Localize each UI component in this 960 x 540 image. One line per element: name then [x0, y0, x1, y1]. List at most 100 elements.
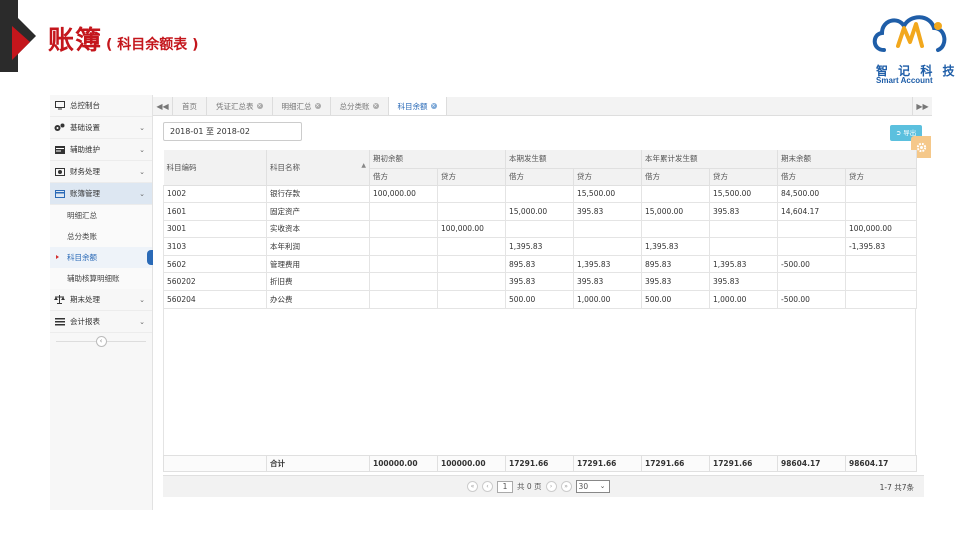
tab-voucher-summary[interactable]: 凭证汇总表 × [207, 97, 273, 115]
close-icon[interactable]: × [314, 103, 321, 109]
date-range-input[interactable]: 2018-01 至 2018-02 [163, 122, 302, 141]
table-cell: 15,500.00 [573, 185, 642, 204]
table-row[interactable]: 560202 折旧费 395.83 395.83 395.83 395.83 [163, 272, 917, 292]
monitor-icon [54, 101, 65, 110]
logo-english-text: Smart Account [876, 76, 933, 85]
chevron-down-icon: ⌄ [139, 146, 145, 154]
tab-general-ledger[interactable]: 总分类账 × [331, 97, 389, 115]
table-cell [845, 255, 917, 274]
table-row[interactable]: 5602 管理费用 895.83 1,395.83 895.83 1,395.83 -500… [163, 255, 917, 274]
chevron-down-icon: ⌄ [139, 190, 145, 198]
tab-scroll-left-button[interactable]: ◀◀ [153, 97, 173, 115]
last-page-button[interactable]: » [560, 481, 572, 492]
close-icon[interactable]: × [430, 103, 437, 109]
table-cell: 1,000.00 [709, 290, 778, 309]
table-row[interactable]: 3001 实收资本 100,000.00 100,000.00 [163, 220, 917, 239]
double-chevron-right-icon: ▶▶ [916, 101, 929, 111]
pagination-bar: « ‹ 1 共 0 页 › » 30 ⌄ 1-7 共7条 [163, 475, 924, 497]
header-ytd-amount: 本年累计发生额 [641, 150, 778, 169]
table-cell [709, 220, 778, 239]
card-icon [54, 189, 65, 198]
sidebar-subitem-general-ledger[interactable]: 总分类账 [50, 226, 152, 247]
table-cell: 15,500.00 [709, 185, 778, 204]
table-row[interactable]: 3103 本年利润 1,395.83 1,395.83 -1,395.83 [163, 237, 917, 256]
total-cell: 17291.66 [573, 454, 642, 472]
record-count-label: 1-7 共7条 [879, 483, 914, 492]
tab-scroll-right-button[interactable]: ▶▶ [912, 97, 932, 115]
sidebar-subitem-account-balance[interactable]: 科目余额 [50, 247, 153, 268]
table-row[interactable]: 1601 固定资产 15,000.00 395.83 15,000.00 395.83 14… [163, 202, 917, 221]
table-cell: 100,000.00 [845, 220, 917, 239]
table-cell: 395.83 [573, 272, 642, 292]
table-cell: 1,395.83 [709, 255, 778, 274]
total-cell: 17291.66 [641, 454, 710, 472]
chevron-down-icon: ⌄ [139, 296, 145, 304]
tab-detail-summary[interactable]: 明细汇总 × [273, 97, 331, 115]
table-cell: 1,395.83 [573, 255, 642, 274]
table-cell [369, 255, 438, 274]
table-cell: 1,395.83 [505, 237, 574, 256]
close-icon[interactable]: × [256, 103, 263, 109]
sidebar-item-ledger-management[interactable]: 账簿管理 ⌄ [50, 183, 152, 205]
table-row[interactable]: 1002 银行存款 100,000.00 15,500.00 15,500.00 84,5… [163, 185, 917, 204]
active-marker-icon [56, 255, 59, 259]
tab-home[interactable]: 首页 [173, 97, 207, 115]
table-cell: 15,000.00 [641, 202, 710, 221]
table-cell: 办公费 [266, 290, 370, 309]
table-row[interactable]: 560204 办公费 500.00 1,000.00 500.00 1,000.00 -50… [163, 290, 917, 309]
chevron-down-icon: ⌄ [139, 168, 145, 176]
sidebar-item-period-end[interactable]: 期末处理 ⌄ [50, 289, 152, 311]
sidebar-item-dashboard[interactable]: 总控制台 [50, 95, 152, 117]
next-page-button[interactable]: › [545, 481, 557, 492]
table-cell: 395.83 [709, 202, 778, 221]
sidebar-item-label: 账簿管理 [70, 189, 100, 198]
sidebar-item-reports[interactable]: 会计报表 ⌄ [50, 311, 152, 333]
chevron-down-icon: ⌄ [139, 318, 145, 326]
sidebar-item-basic-settings[interactable]: 基础设置 ⌄ [50, 117, 152, 139]
table-cell [573, 220, 642, 239]
table-cell [437, 255, 506, 274]
sidebar-item-label: 财务处理 [70, 167, 100, 176]
table-cell [777, 237, 846, 256]
table-cell: 折旧费 [266, 272, 370, 292]
tab-account-balance[interactable]: 科目余额 × [388, 97, 447, 115]
total-cell: 17291.66 [709, 454, 778, 472]
page-number-input[interactable]: 1 [497, 480, 513, 493]
table-cell: 395.83 [505, 272, 574, 292]
sidebar-subitem-detail-summary[interactable]: 明细汇总 [50, 205, 152, 226]
pagination-controls: « ‹ 1 共 0 页 › » 30 ⌄ [467, 480, 610, 493]
close-icon[interactable]: × [372, 103, 379, 109]
page-title-sub: ( 科目余额表 ) [106, 37, 199, 53]
page-size-value: 30 [578, 482, 589, 491]
table-cell [505, 185, 574, 204]
chevron-down-icon: ⌄ [599, 482, 606, 490]
gear-icon [916, 142, 926, 152]
header-account-code[interactable]: 科目编码 [163, 150, 267, 186]
prev-page-button[interactable]: ‹ [482, 481, 493, 492]
sidebar-item-finance[interactable]: 财务处理 ⌄ [50, 161, 152, 183]
table-total-row: 合计 100000.00 100000.00 17291.66 17291.66… [163, 454, 917, 472]
table-cell: 895.83 [641, 255, 710, 274]
table-cell: 5602 [163, 255, 267, 274]
sort-icon[interactable]: ▲ [361, 162, 366, 169]
header-account-name[interactable]: ▲ 科目名称 [266, 150, 370, 186]
page-size-select[interactable]: 30 ⌄ [575, 480, 610, 493]
tab-label: 凭证汇总表 [216, 101, 254, 111]
scale-icon [54, 295, 65, 304]
sidebar-item-label: 基础设置 [70, 123, 100, 132]
sidebar-item-aux-maintenance[interactable]: 辅助维护 ⌄ [50, 139, 152, 161]
total-pages-label: 共 0 页 [517, 482, 542, 491]
collapse-sidebar-button[interactable]: ‹ [95, 335, 107, 347]
header-debit: 借方 [777, 168, 846, 186]
sidebar-subitem-aux-detail[interactable]: 辅助核算明细账 [50, 268, 152, 289]
table-cell [845, 272, 917, 292]
money-icon [54, 167, 65, 176]
table-cell [845, 185, 917, 204]
tab-label: 首页 [182, 101, 197, 111]
first-page-button[interactable]: « [467, 481, 478, 492]
total-cell [163, 454, 267, 472]
table-cell [709, 237, 778, 256]
table-cell [437, 237, 506, 256]
table-cell: 895.83 [505, 255, 574, 274]
table-cell: 本年利润 [266, 237, 370, 256]
